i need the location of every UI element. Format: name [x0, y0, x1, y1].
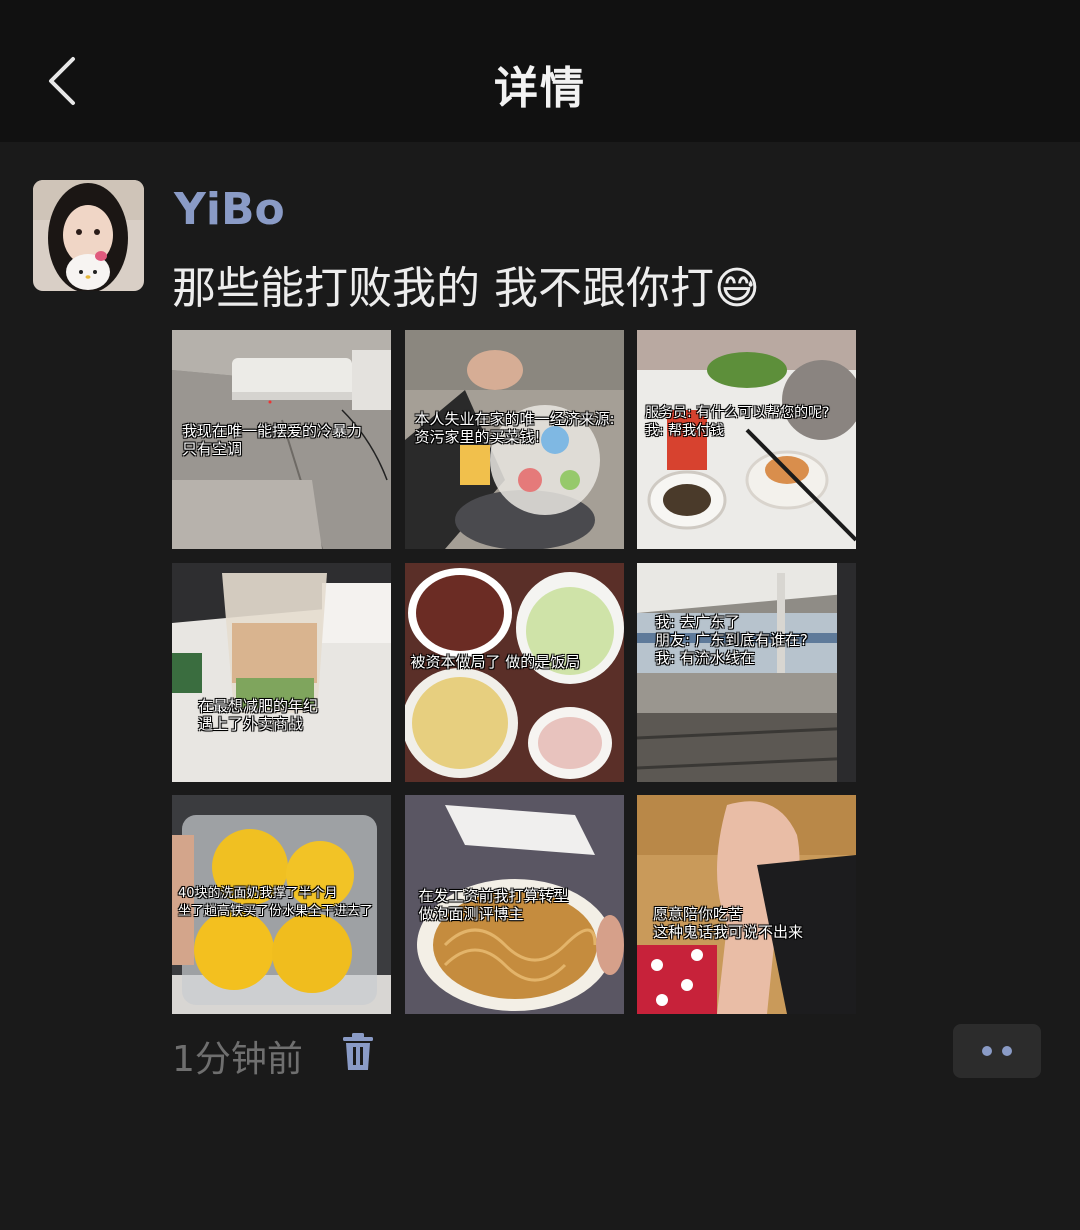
post-text: 那些能打败我的 我不跟你打😅: [172, 263, 760, 314]
photo-tile[interactable]: 愿意陪你吃苦 这种鬼话我可说不出来: [637, 795, 856, 1014]
delete-button[interactable]: [338, 1032, 378, 1072]
avatar[interactable]: [33, 180, 144, 291]
dot-icon: [982, 1046, 992, 1056]
dot-icon: [1002, 1046, 1012, 1056]
photo-tile[interactable]: 我现在唯一能摆爱的冷暴力 只有空调: [172, 330, 391, 549]
post-timestamp: 1分钟前: [172, 1039, 303, 1080]
photo-caption: 在最想减肥的年纪 遇上了外卖商战: [198, 696, 319, 733]
photo-caption: 本人失业在家的唯一经济来源: 资污家里的买菜钱!: [414, 410, 615, 446]
post-author-name[interactable]: YiBo: [174, 184, 285, 235]
more-actions-button[interactable]: [953, 1024, 1041, 1078]
photo-tile[interactable]: 被资本做局了 做的是饭局: [404, 562, 624, 782]
photo-tile[interactable]: 我: 去广东了 朋友: 广东到底有谁在? 我: 有流水线在: [637, 562, 856, 782]
photo-caption: 服务员: 有什么可以帮您的呢? 我: 帮我付钱: [645, 405, 830, 439]
photo-caption: 40块的洗面奶我撑了半个月 坐了趟高铁买了份水果全干进去了: [178, 886, 374, 919]
page-title: 详情: [494, 63, 586, 114]
trash-icon: [343, 1033, 373, 1070]
photo-tile[interactable]: 40块的洗面奶我撑了半个月 坐了趟高铁买了份水果全干进去了: [172, 795, 391, 1014]
photo-caption: 在发工资前我打算转型 做泡面测评博主: [418, 887, 569, 923]
photo-caption: 被资本做局了 做的是饭局: [410, 652, 581, 671]
photo-tile[interactable]: 在发工资前我打算转型 做泡面测评博主: [404, 795, 624, 1014]
photo-tile[interactable]: 在最想减肥的年纪 遇上了外卖商战: [172, 562, 391, 782]
photo-tile[interactable]: 本人失业在家的唯一经济来源: 资污家里的买菜钱!: [404, 330, 624, 549]
photo-caption: 愿意陪你吃苦 这种鬼话我可说不出来: [653, 905, 804, 941]
top-bar: 详情: [0, 0, 1080, 142]
photo-grid: 我现在唯一能摆爱的冷暴力 只有空调 本人失业在家的唯一经济来源: 资污家里的买菜…: [172, 330, 856, 1014]
photo-tile[interactable]: 服务员: 有什么可以帮您的呢? 我: 帮我付钱: [637, 330, 856, 549]
photo-caption: 我: 去广东了 朋友: 广东到底有谁在? 我: 有流水线在: [655, 612, 808, 667]
photo-caption: 我现在唯一能摆爱的冷暴力 只有空调: [182, 422, 363, 458]
